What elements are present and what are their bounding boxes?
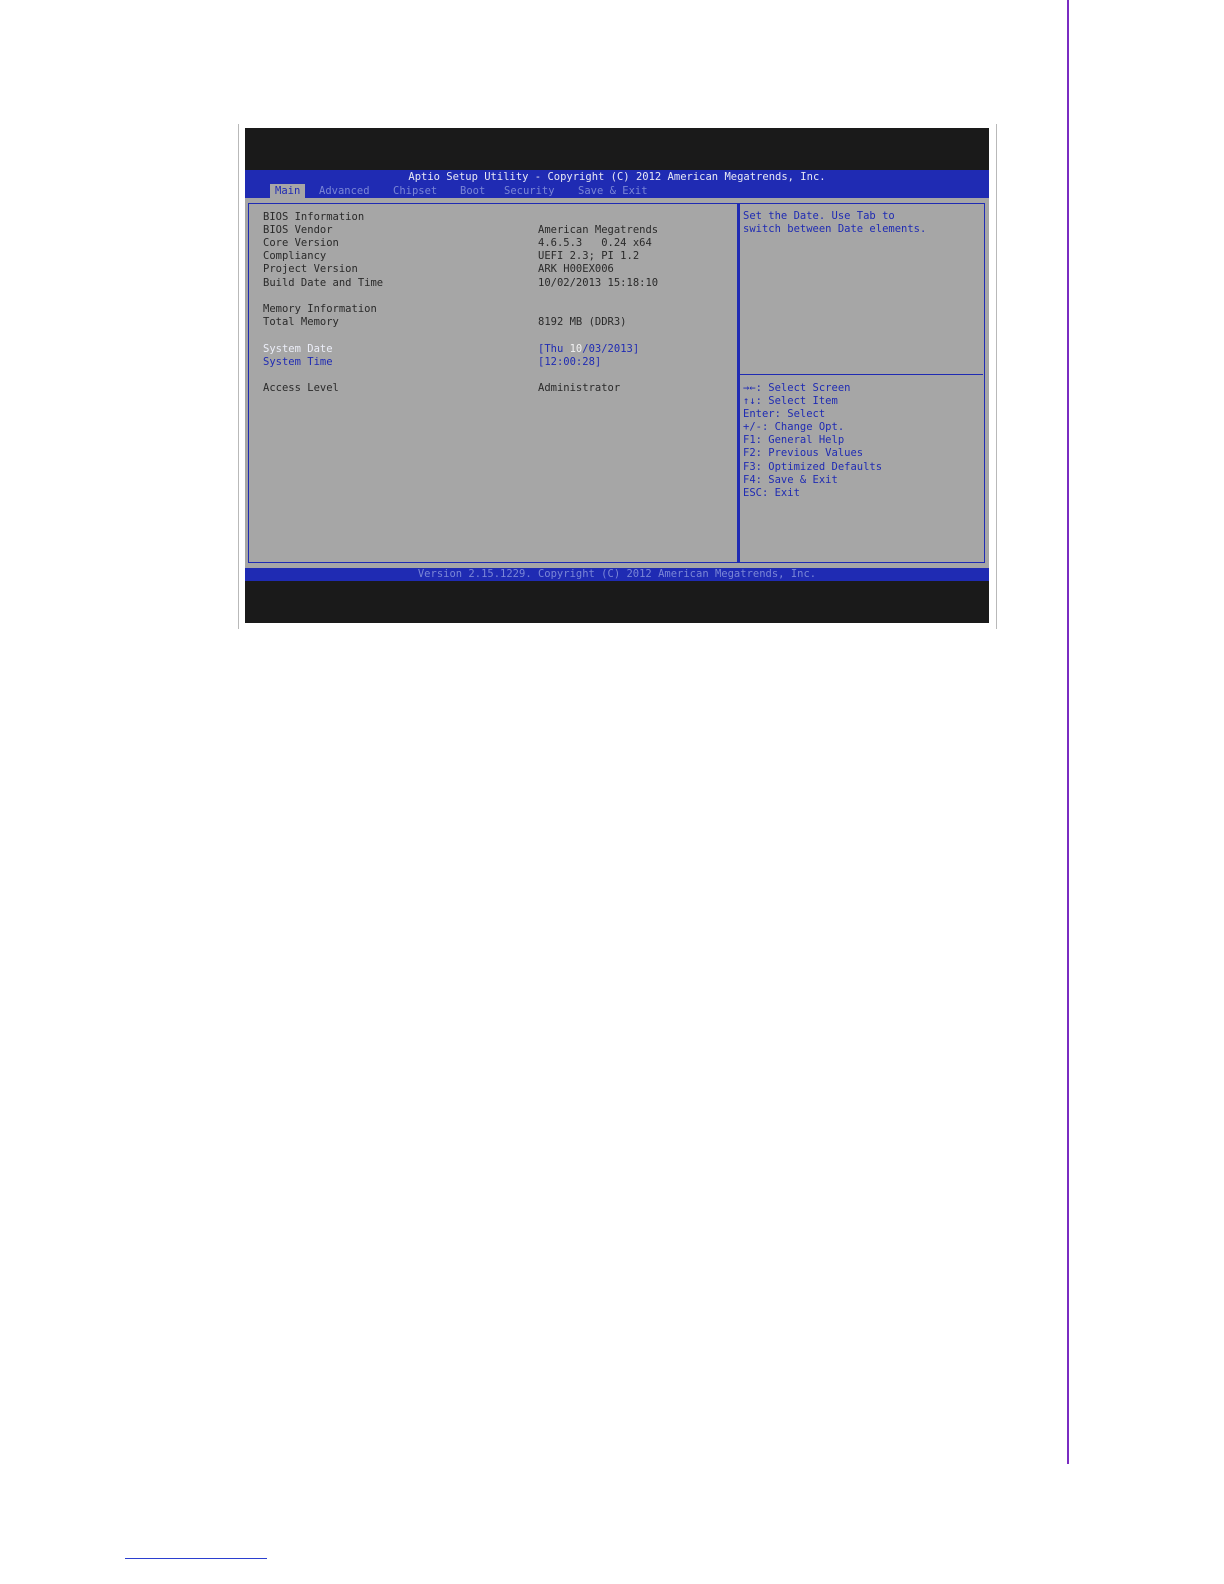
build-date-label: Build Date and Time <box>263 277 384 289</box>
key-hint-select-screen: →←: Select Screen <box>743 382 851 394</box>
page-margin-rule <box>1067 0 1069 1464</box>
system-date-field[interactable]: [Thu 10/03/2013] <box>538 343 639 356</box>
bios-information-heading: BIOS Information <box>263 211 365 223</box>
key-hint-esc: ESC: Exit <box>743 487 800 499</box>
system-time-field[interactable]: [12:00:28] <box>538 356 601 369</box>
project-version-value: ARK H00EX006 <box>538 263 614 275</box>
help-divider <box>740 374 983 375</box>
bios-vendor-value: American Megatrends <box>538 224 659 236</box>
bios-screen: Aptio Setup Utility - Copyright (C) 2012… <box>245 128 989 623</box>
system-date-prefix: [Thu <box>538 343 570 355</box>
tab-boot[interactable]: Boot <box>455 184 490 198</box>
tab-chipset[interactable]: Chipset <box>388 184 442 198</box>
key-hint-f4: F4: Save & Exit <box>743 474 838 486</box>
core-version-label: Core Version <box>263 237 339 249</box>
tab-bar: Main Advanced Chipset Boot Security Save… <box>245 184 989 198</box>
access-level-label: Access Level <box>263 382 339 394</box>
tab-save-exit[interactable]: Save & Exit <box>573 184 653 198</box>
key-hint-enter: Enter: Select <box>743 408 826 420</box>
bios-vendor-label: BIOS Vendor <box>263 224 333 236</box>
project-version-label: Project Version <box>263 263 358 275</box>
system-date-label[interactable]: System Date <box>263 343 333 356</box>
system-time-label[interactable]: System Time <box>263 356 333 369</box>
help-panel: Set the Date. Use Tab to switch between … <box>738 203 985 563</box>
help-text-line-2: switch between Date elements. <box>743 223 927 235</box>
key-hint-select-item: ↑↓: Select Item <box>743 395 838 407</box>
core-version-value: 4.6.5.3 0.24 x64 <box>538 237 652 249</box>
key-hint-f3: F3: Optimized Defaults <box>743 461 883 473</box>
key-hint-f1: F1: General Help <box>743 434 845 446</box>
version-bar: Version 2.15.1229. Copyright (C) 2012 Am… <box>245 568 989 581</box>
tab-security[interactable]: Security <box>499 184 560 198</box>
compliancy-value: UEFI 2.3; PI 1.2 <box>538 250 640 262</box>
help-text-line-1: Set the Date. Use Tab to <box>743 210 895 222</box>
access-level-value: Administrator <box>538 382 621 394</box>
tab-advanced[interactable]: Advanced <box>314 184 375 198</box>
system-date-suffix: /03/2013] <box>582 343 640 355</box>
key-hint-change-opt: +/-: Change Opt. <box>743 421 845 433</box>
memory-information-heading: Memory Information <box>263 303 377 315</box>
key-hint-f2: F2: Previous Values <box>743 447 864 459</box>
total-memory-label: Total Memory <box>263 316 339 328</box>
total-memory-value: 8192 MB (DDR3) <box>538 316 627 328</box>
build-date-value: 10/02/2013 15:18:10 <box>538 277 659 289</box>
compliancy-label: Compliancy <box>263 250 327 262</box>
tab-main[interactable]: Main <box>270 184 306 198</box>
bios-body: BIOS Information BIOS Vendor American Me… <box>245 198 989 568</box>
bios-title: Aptio Setup Utility - Copyright (C) 2012… <box>245 170 989 184</box>
system-date-month-selected[interactable]: 10 <box>570 343 583 355</box>
footnote-rule <box>125 1558 267 1559</box>
